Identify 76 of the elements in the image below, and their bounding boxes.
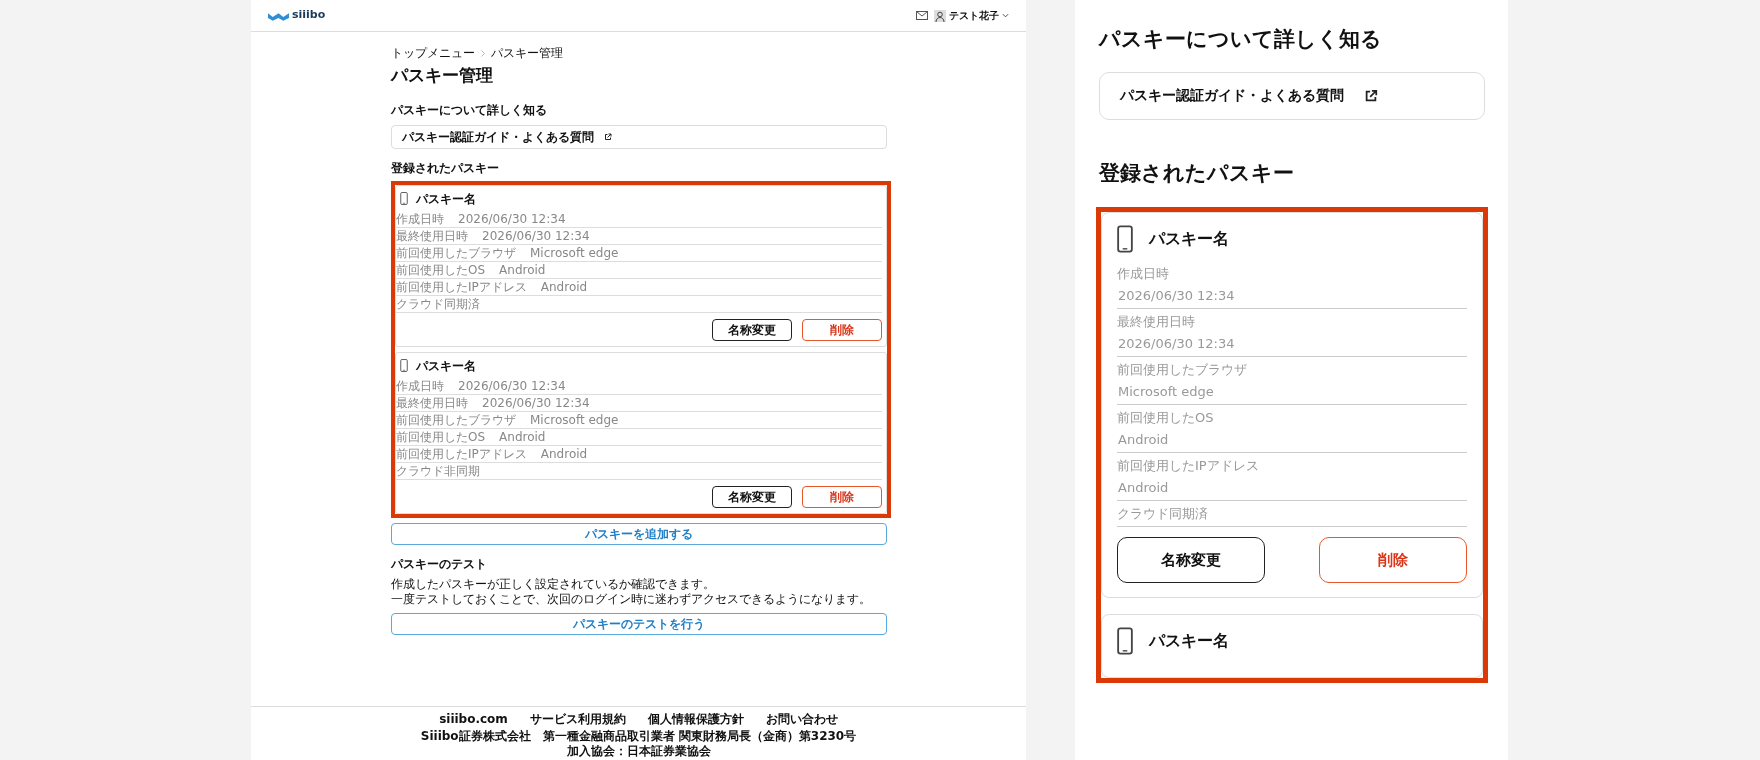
user-menu[interactable]: テスト花子 [934, 8, 1009, 23]
row-value: Microsoft edge [530, 411, 619, 428]
row-value: 2026/06/30 12:34 [458, 210, 566, 227]
delete-button[interactable]: 削除 [1319, 537, 1467, 583]
rename-button[interactable]: 名称変更 [712, 318, 792, 341]
description-text: 作成したパスキーが正しく設定されているか確認できます。 [391, 576, 716, 592]
row-label: 作成日時 [396, 377, 444, 394]
passkey-name: パスキー名 [1149, 228, 1229, 250]
row-value: Microsoft edge [530, 244, 619, 261]
row-label: 前回使用したブラウザ [396, 244, 516, 261]
passkey-name: パスキー名 [416, 357, 476, 375]
rename-button[interactable]: 名称変更 [1117, 537, 1265, 583]
user-icon [934, 9, 946, 22]
description-text: 一度テストしておくことで、次回のログイン時に迷わずアクセスできるようになります。 [391, 591, 872, 607]
smartphone-icon [1117, 627, 1133, 655]
row-label: 前回使用したブラウザ [1117, 362, 1247, 377]
chevron-right-icon [481, 49, 485, 57]
row-value: Android [540, 278, 588, 295]
external-link-icon [604, 132, 612, 141]
row-value: Android [499, 261, 546, 278]
page-title: パスキー管理 [391, 64, 494, 87]
row-value: Android [1117, 479, 1170, 497]
row-label: クラウド同期済 [1117, 506, 1208, 521]
delete-button[interactable]: 削除 [802, 485, 882, 508]
chevron-down-icon [1002, 13, 1009, 18]
company-info: Siiibo証券株式会社 第一種金融商品取引業者 関東財務局長（金商）第3230号 [420, 729, 857, 744]
rename-button[interactable]: 名称変更 [712, 485, 792, 508]
footer-link[interactable]: 個人情報保護方針 [647, 710, 744, 728]
external-link-icon [1364, 88, 1378, 103]
row-label: クラウド非同期 [396, 462, 480, 479]
passkey-name: パスキー名 [416, 190, 476, 208]
smartphone-icon [400, 192, 408, 205]
section-heading: パスキーについて詳しく知る [391, 101, 548, 119]
section-heading: 登録されたパスキー [391, 159, 500, 177]
row-value: 2026/06/30 12:34 [482, 394, 590, 411]
row-label: 作成日時 [396, 210, 444, 227]
row-value: Microsoft edge [1117, 383, 1215, 401]
footer-link[interactable]: サービス利用規約 [529, 710, 626, 728]
row-label: 前回使用したブラウザ [396, 411, 516, 428]
row-value: Android [499, 428, 546, 445]
row-label: 前回使用したOS [396, 261, 486, 278]
row-label: 作成日時 [1117, 266, 1169, 281]
company-info: 加入協会：日本証券業協会 [566, 744, 711, 759]
guide-link[interactable]: パスキー認証ガイド・よくある質問 [1099, 71, 1485, 120]
row-label: 最終使用日時 [1117, 314, 1195, 329]
row-label: 前回使用したOS [396, 428, 486, 445]
section-heading: パスキーのテスト [391, 555, 488, 573]
row-value: 2026/06/30 12:34 [1117, 335, 1236, 353]
row-value: 2026/06/30 12:34 [1117, 287, 1236, 305]
test-passkey-button[interactable]: パスキーのテストを行う [391, 612, 887, 635]
guide-link[interactable]: パスキー認証ガイド・よくある質問 [391, 124, 887, 149]
breadcrumb-item[interactable]: トップメニュー [391, 44, 475, 62]
row-value: 2026/06/30 12:34 [458, 377, 566, 394]
footer-link[interactable]: お問い合わせ [765, 710, 838, 728]
row-label: 前回使用したOS [1117, 410, 1214, 425]
mail-icon [916, 11, 928, 20]
passkey-name: パスキー名 [1149, 630, 1229, 652]
smartphone-icon [1117, 225, 1133, 253]
row-value: Android [1117, 431, 1170, 449]
delete-button[interactable]: 削除 [802, 318, 882, 341]
section-heading: 登録されたパスキー [1099, 159, 1295, 187]
add-passkey-button[interactable]: パスキーを追加する [391, 522, 887, 545]
section-heading: パスキーについて詳しく知る [1099, 26, 1383, 53]
row-value: Android [540, 445, 588, 462]
logo-text: siiibo [292, 7, 326, 24]
row-label: クラウド同期済 [396, 295, 480, 312]
row-label: 最終使用日時 [396, 227, 468, 244]
smartphone-icon [400, 359, 408, 372]
breadcrumb-item: パスキー管理 [491, 45, 563, 62]
logo-icon [268, 10, 289, 21]
row-label: 前回使用したIPアドレス [396, 445, 527, 462]
row-label: 前回使用したIPアドレス [1117, 458, 1259, 473]
footer-link[interactable]: siiibo.com [439, 710, 508, 728]
row-label: 最終使用日時 [396, 394, 468, 411]
row-label: 前回使用したIPアドレス [396, 278, 527, 295]
row-value: 2026/06/30 12:34 [482, 227, 590, 244]
